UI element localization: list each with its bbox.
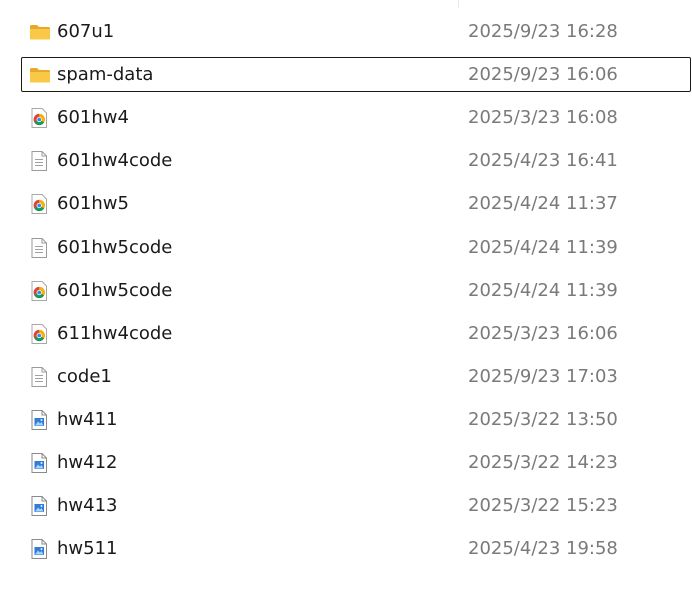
file-row[interactable]: 601hw4 2025/3/23 16:08 — [21, 100, 691, 135]
modified-date: 2025/9/23 17:03 — [468, 366, 618, 387]
folder-icon — [29, 22, 50, 42]
file-name: 601hw4code — [57, 150, 173, 171]
modified-date: 2025/3/23 16:06 — [468, 323, 618, 344]
file-name: 601hw5code — [57, 280, 173, 301]
text-file-icon — [29, 367, 49, 387]
file-name: spam-data — [57, 64, 154, 85]
modified-date: 2025/4/23 16:41 — [468, 150, 618, 171]
text-file-icon — [29, 238, 49, 258]
file-name: hw411 — [57, 409, 118, 430]
file-row[interactable]: spam-data 2025/9/23 16:06 — [21, 57, 691, 92]
file-row[interactable]: hw411 2025/3/22 13:50 — [21, 402, 691, 437]
chrome-html-icon — [29, 194, 49, 214]
image-file-icon — [29, 496, 49, 516]
file-row[interactable]: 601hw5code 2025/4/24 11:39 — [21, 230, 691, 265]
chrome-html-icon — [29, 108, 49, 128]
chrome-html-icon — [29, 324, 49, 344]
modified-date: 2025/3/22 15:23 — [468, 495, 618, 516]
image-file-icon — [29, 539, 49, 559]
modified-date: 2025/3/22 13:50 — [468, 409, 618, 430]
column-divider[interactable] — [458, 0, 459, 8]
modified-date: 2025/3/22 14:23 — [468, 452, 618, 473]
file-name: 601hw5code — [57, 237, 173, 258]
file-name: hw511 — [57, 538, 118, 559]
modified-date: 2025/4/24 11:39 — [468, 280, 618, 301]
file-name: 607u1 — [57, 21, 115, 42]
image-file-icon — [29, 410, 49, 430]
file-row[interactable]: code1 2025/9/23 17:03 — [21, 359, 691, 394]
file-name: hw413 — [57, 495, 118, 516]
image-file-icon — [29, 453, 49, 473]
folder-icon — [29, 65, 50, 85]
file-name: hw412 — [57, 452, 118, 473]
modified-date: 2025/4/23 19:58 — [468, 538, 618, 559]
modified-date: 2025/3/23 16:08 — [468, 107, 618, 128]
file-list: 607u1 2025/9/23 16:28 spam-data 2025/9/23 1… — [0, 0, 692, 592]
file-row[interactable]: 601hw5code 2025/4/24 11:39 — [21, 273, 691, 308]
file-name: 601hw4 — [57, 107, 129, 128]
file-row[interactable]: 607u1 2025/9/23 16:28 — [21, 14, 691, 49]
file-row[interactable]: 601hw4code 2025/4/23 16:41 — [21, 143, 691, 178]
file-name: 601hw5 — [57, 193, 129, 214]
file-row[interactable]: hw511 2025/4/23 19:58 — [21, 531, 691, 566]
modified-date: 2025/9/23 16:06 — [468, 64, 618, 85]
file-name: code1 — [57, 366, 112, 387]
file-row[interactable]: hw413 2025/3/22 15:23 — [21, 488, 691, 523]
text-file-icon — [29, 151, 49, 171]
file-row[interactable]: 601hw5 2025/4/24 11:37 — [21, 186, 691, 221]
file-row[interactable]: 611hw4code 2025/3/23 16:06 — [21, 316, 691, 351]
modified-date: 2025/4/24 11:37 — [468, 193, 618, 214]
file-row[interactable]: hw412 2025/3/22 14:23 — [21, 445, 691, 480]
modified-date: 2025/4/24 11:39 — [468, 237, 618, 258]
modified-date: 2025/9/23 16:28 — [468, 21, 618, 42]
file-name: 611hw4code — [57, 323, 173, 344]
chrome-html-icon — [29, 281, 49, 301]
